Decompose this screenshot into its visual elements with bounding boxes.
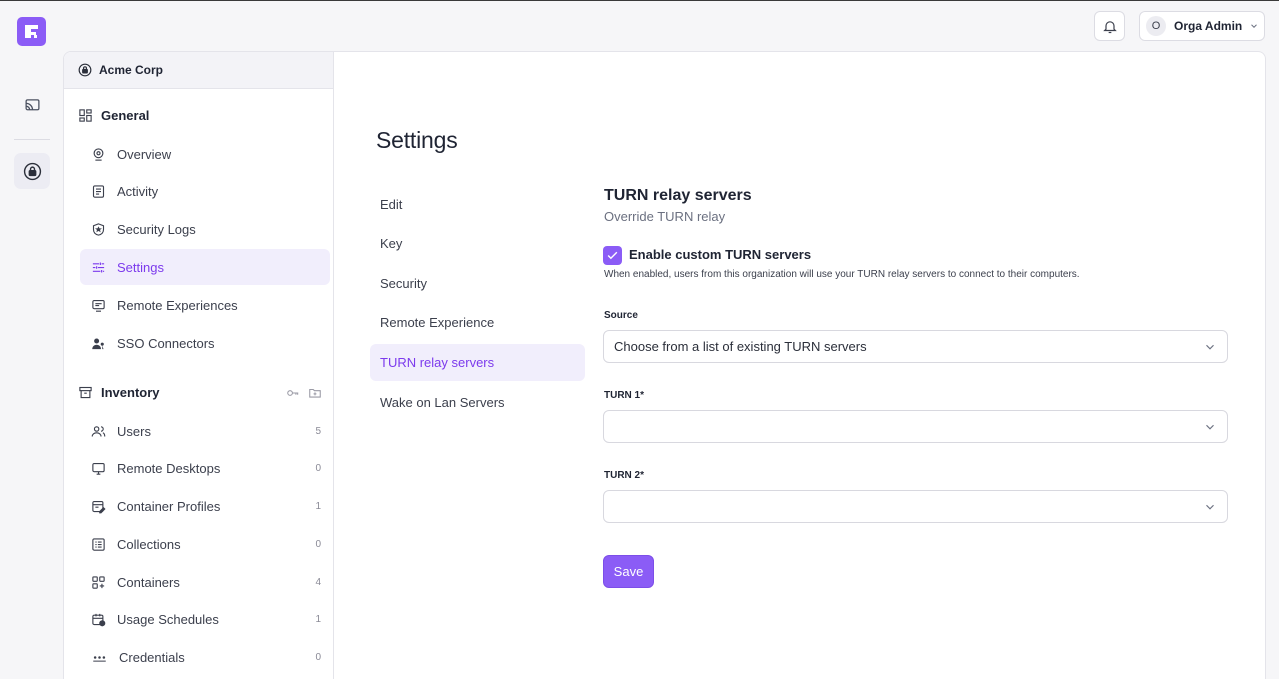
avatar: O (1146, 16, 1166, 36)
count-badge: 5 (315, 425, 321, 437)
check-icon (607, 251, 618, 260)
user-key-icon (92, 338, 104, 349)
org-name: Acme Corp (99, 63, 164, 77)
checkbox-label[interactable]: Enable custom TURN servers (629, 247, 811, 262)
password-icon (93, 655, 106, 662)
sidebar-item-security-logs[interactable]: Security Logs (80, 211, 330, 247)
sidebar-item-collections[interactable]: Collections 0 (80, 526, 330, 562)
user-menu[interactable]: O Orga Admin (1139, 11, 1265, 41)
source-select-value: Choose from a list of existing TURN serv… (614, 339, 867, 354)
section-inventory: Inventory (78, 385, 322, 400)
lock-icon (78, 63, 92, 77)
sidebar-item-remote-experiences[interactable]: Remote Experiences (80, 287, 330, 323)
section-title: TURN relay servers (604, 187, 752, 204)
section-subtitle: Override TURN relay (604, 209, 726, 224)
enable-custom-turn-checkbox[interactable] (603, 246, 622, 265)
sidebar-item-usage-schedules[interactable]: Usage Schedules 1 (80, 601, 330, 637)
turn2-select[interactable] (603, 490, 1228, 523)
sidebar-item-activity[interactable]: Activity (80, 173, 330, 209)
save-button[interactable]: Save (603, 555, 654, 588)
tab-security[interactable]: Security (370, 265, 585, 302)
tab-key[interactable]: Key (370, 225, 585, 262)
tab-remote-experience[interactable]: Remote Experience (370, 304, 585, 341)
rail-divider (14, 139, 50, 140)
count-badge: 0 (315, 462, 321, 474)
count-badge: 1 (315, 613, 321, 625)
tab-turn-relay-servers[interactable]: TURN relay servers (370, 344, 585, 381)
archive-icon (79, 386, 92, 399)
folder-plus-icon[interactable] (308, 386, 322, 400)
desktop-icon (92, 462, 105, 475)
chevron-down-icon (1203, 340, 1217, 354)
profile-icon (92, 500, 106, 513)
source-label: Source (604, 310, 638, 321)
chevron-down-icon (1203, 500, 1217, 514)
bell-icon (1102, 20, 1117, 33)
chevron-down-icon (1203, 420, 1217, 434)
tab-edit[interactable]: Edit (370, 186, 585, 223)
checkbox-help-text: When enabled, users from this organizati… (604, 269, 1080, 280)
user-name: Orga Admin (1174, 19, 1243, 33)
source-select[interactable]: Choose from a list of existing TURN serv… (603, 330, 1228, 363)
app-logo[interactable] (17, 17, 46, 46)
sidebar-item-remote-desktops[interactable]: Remote Desktops 0 (80, 450, 330, 486)
rail-cast-button[interactable] (14, 87, 50, 123)
sidebar-item-sso-connectors[interactable]: SSO Connectors (80, 325, 330, 361)
page-title: Settings (376, 127, 458, 153)
overview-icon (93, 147, 104, 161)
collections-icon (92, 537, 105, 551)
sidebar: Acme Corp General Overview Activity Secu… (63, 51, 334, 679)
chevron-down-icon (1249, 21, 1259, 31)
tab-wake-on-lan-servers[interactable]: Wake on Lan Servers (370, 384, 585, 421)
grid-icon (79, 109, 92, 122)
shield-icon (92, 222, 105, 236)
key-icon[interactable] (286, 386, 300, 400)
sidebar-item-settings[interactable]: Settings (80, 249, 330, 285)
notifications-button[interactable] (1094, 11, 1125, 41)
section-general: General (78, 108, 322, 123)
users-icon (91, 425, 106, 437)
org-header: Acme Corp (64, 52, 333, 89)
count-badge: 4 (315, 576, 321, 588)
calendar-icon (92, 613, 106, 626)
sidebar-item-overview[interactable]: Overview (80, 136, 330, 172)
activity-icon (92, 184, 105, 198)
logo-icon (25, 25, 38, 38)
sidebar-item-container-profiles[interactable]: Container Profiles 1 (80, 488, 330, 524)
rail-organization-button[interactable] (14, 153, 50, 189)
monitor-icon (92, 299, 105, 312)
lock-icon (23, 162, 41, 180)
count-badge: 0 (315, 651, 321, 663)
count-badge: 0 (315, 538, 321, 550)
sidebar-item-users[interactable]: Users 5 (80, 413, 330, 449)
cast-icon (24, 98, 40, 110)
window-top-border (0, 0, 1279, 1)
containers-icon (92, 575, 105, 589)
sidebar-item-containers[interactable]: Containers 4 (80, 564, 330, 600)
sidebar-item-credentials[interactable]: Credentials 0 (80, 639, 330, 675)
turn1-label: TURN 1* (604, 390, 645, 401)
turn1-select[interactable] (603, 410, 1228, 443)
count-badge: 1 (315, 500, 321, 512)
turn2-label: TURN 2* (604, 470, 645, 481)
sliders-icon (92, 262, 105, 272)
